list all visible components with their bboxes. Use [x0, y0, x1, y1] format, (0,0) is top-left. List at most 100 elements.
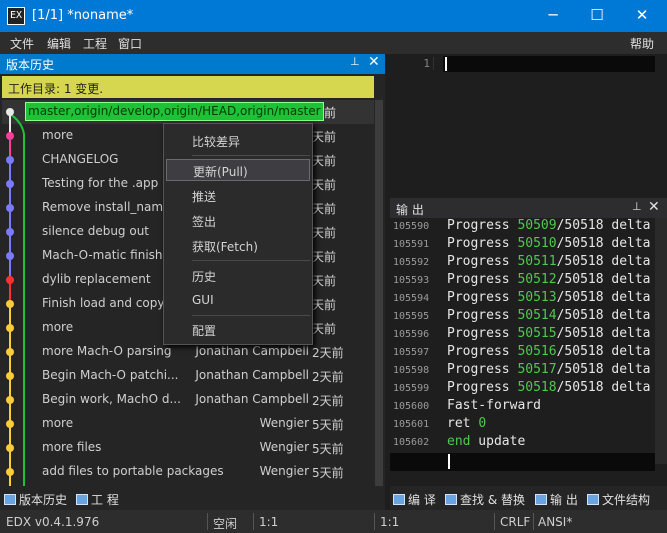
tab-output[interactable]: 输 出 [535, 491, 578, 508]
output-line-number: 105591 [393, 239, 430, 250]
menu-separator [192, 260, 310, 261]
menu-project[interactable]: 工程 [83, 35, 107, 52]
output-scrollbar[interactable] [655, 218, 667, 464]
commit-time: 天前 [312, 154, 337, 168]
commit-author: Jonathan Campbell [195, 344, 309, 358]
tab-history[interactable]: 版本历史 [4, 491, 67, 508]
output-text: Progress [447, 290, 518, 305]
menu-item-pull[interactable]: 更新(Pull) [166, 159, 310, 181]
history-panel-title: 版本历史 [6, 58, 55, 72]
commit-row[interactable]: Begin work, MachO d... Jonathan Campbell 2… [0, 388, 372, 412]
menu-item-gui[interactable]: GUI [192, 293, 214, 307]
status-state: 空闲 [213, 517, 238, 531]
commit-time: 天前 [312, 178, 337, 192]
status-position: 1:1 [259, 515, 279, 529]
status-separator [533, 513, 534, 530]
output-line-text: Progress 50509/50518 delta [447, 218, 651, 233]
close-button[interactable]: ✕ [619, 0, 665, 32]
commit-row[interactable]: Begin Mach-O patchi... Jonathan Campbell 2… [0, 364, 372, 388]
commit-message: Finish load and copy [42, 296, 165, 310]
output-value: 50517 [517, 362, 557, 377]
output-line-number: 105590 [393, 221, 430, 232]
output-line-number: 105600 [393, 401, 430, 412]
commit-message: more files [42, 440, 102, 454]
menu-separator [192, 315, 310, 316]
output-panel-header: 输 出 ⊥ ✕ [390, 198, 667, 218]
menu-window[interactable]: 窗口 [118, 35, 142, 52]
status-separator [374, 513, 375, 530]
branch-label: master,origin/develop,origin/HEAD,origin… [25, 102, 324, 121]
output-value: end [447, 434, 471, 449]
menu-item-push[interactable]: 推送 [192, 188, 216, 205]
pin-icon[interactable]: ⊥ [632, 200, 642, 213]
right-bottom-tabs: 编 译 查找 & 替换 输 出 文件结构 [390, 486, 667, 510]
commit-author: Wengier [259, 416, 309, 430]
menu-file[interactable]: 文件 [10, 35, 34, 52]
commit-row[interactable]: add files to portable packages Wengier 5天前 [0, 460, 372, 484]
output-text: update [470, 434, 526, 449]
output-line-number: 105592 [393, 257, 430, 268]
output-text: /50518 delta [556, 272, 651, 287]
commit-time: 天前 [312, 298, 337, 312]
menu-separator [192, 155, 310, 156]
tab-compile[interactable]: 编 译 [393, 491, 436, 508]
current-line[interactable] [443, 56, 655, 72]
commit-node-icon [6, 228, 14, 236]
commit-message: Begin work, MachO d... [42, 392, 181, 406]
commit-message: more [42, 320, 74, 334]
title-bar[interactable]: EX [1/1] *noname* ─ ☐ ✕ [0, 0, 667, 32]
output-text: Progress [447, 254, 518, 269]
output-line-text: ret 0 [447, 416, 486, 431]
commit-time: 5天前 [312, 418, 344, 432]
project-icon [76, 494, 88, 505]
commit-node-icon [6, 324, 14, 332]
tab-project[interactable]: 工 程 [76, 491, 119, 508]
commit-time: 2天前 [312, 370, 344, 384]
commit-row[interactable]: more Wengier 5天前 [0, 412, 372, 436]
working-directory-row[interactable]: 工作目录: 1 变更. [2, 76, 374, 98]
output-line-text: end update [447, 434, 525, 449]
maximize-button[interactable]: ☐ [574, 0, 620, 32]
tab-file-structure[interactable]: 文件结构 [587, 491, 650, 508]
output-panel[interactable]: 105590 Progress 50509/50518 delta 105591 Pr… [390, 218, 667, 486]
output-text: /50518 delta [556, 380, 651, 395]
output-line: 105601 ret 0 [390, 416, 667, 434]
output-value: 50512 [517, 272, 557, 287]
structure-icon [587, 494, 599, 505]
menu-item-fetch[interactable]: 获取(Fetch) [192, 238, 258, 255]
menu-help[interactable]: 帮助 [630, 35, 654, 52]
close-output-icon[interactable]: ✕ [648, 199, 660, 215]
commit-message: more Mach-O parsing [42, 344, 172, 358]
commit-node-icon [6, 180, 14, 188]
output-text: Progress [447, 326, 518, 341]
history-scrollbar[interactable] [375, 100, 383, 486]
minimize-button[interactable]: ─ [530, 0, 576, 32]
menu-item-history[interactable]: 历史 [192, 268, 216, 285]
menu-item-diff[interactable]: 比较差异 [192, 133, 240, 150]
menu-bar: 文件 编辑 工程 窗口 帮助 [0, 32, 667, 54]
output-line-text: Progress 50510/50518 delta [447, 236, 651, 251]
status-position-2: 1:1 [380, 515, 400, 529]
commit-node-icon [6, 300, 14, 308]
text-cursor [445, 57, 447, 71]
close-panel-icon[interactable]: ✕ [368, 54, 380, 70]
output-text: ret [447, 416, 479, 431]
menu-item-checkout[interactable]: 签出 [192, 213, 216, 230]
commit-node-icon [6, 444, 14, 452]
history-icon [4, 494, 16, 505]
tab-find-replace[interactable]: 查找 & 替换 [445, 491, 525, 508]
editor-pane[interactable]: 1 [390, 54, 667, 194]
commit-node-icon [6, 276, 14, 284]
output-line-text: Progress 50514/50518 delta [447, 308, 651, 323]
output-text: Progress [447, 362, 518, 377]
commit-message: Testing for the .app [42, 176, 159, 190]
output-current-line [390, 453, 655, 471]
history-panel-header: 版本历史 ⊥ ✕ [0, 54, 385, 74]
commit-row[interactable]: more files Wengier 5天前 [0, 436, 372, 460]
pin-icon[interactable]: ⊥ [350, 55, 360, 68]
menu-edit[interactable]: 编辑 [47, 35, 71, 52]
menu-item-config[interactable]: 配置 [192, 322, 216, 339]
output-line-text: Progress 50517/50518 delta [447, 362, 651, 377]
output-value: 50518 [517, 380, 557, 395]
commit-node-icon [6, 468, 14, 476]
